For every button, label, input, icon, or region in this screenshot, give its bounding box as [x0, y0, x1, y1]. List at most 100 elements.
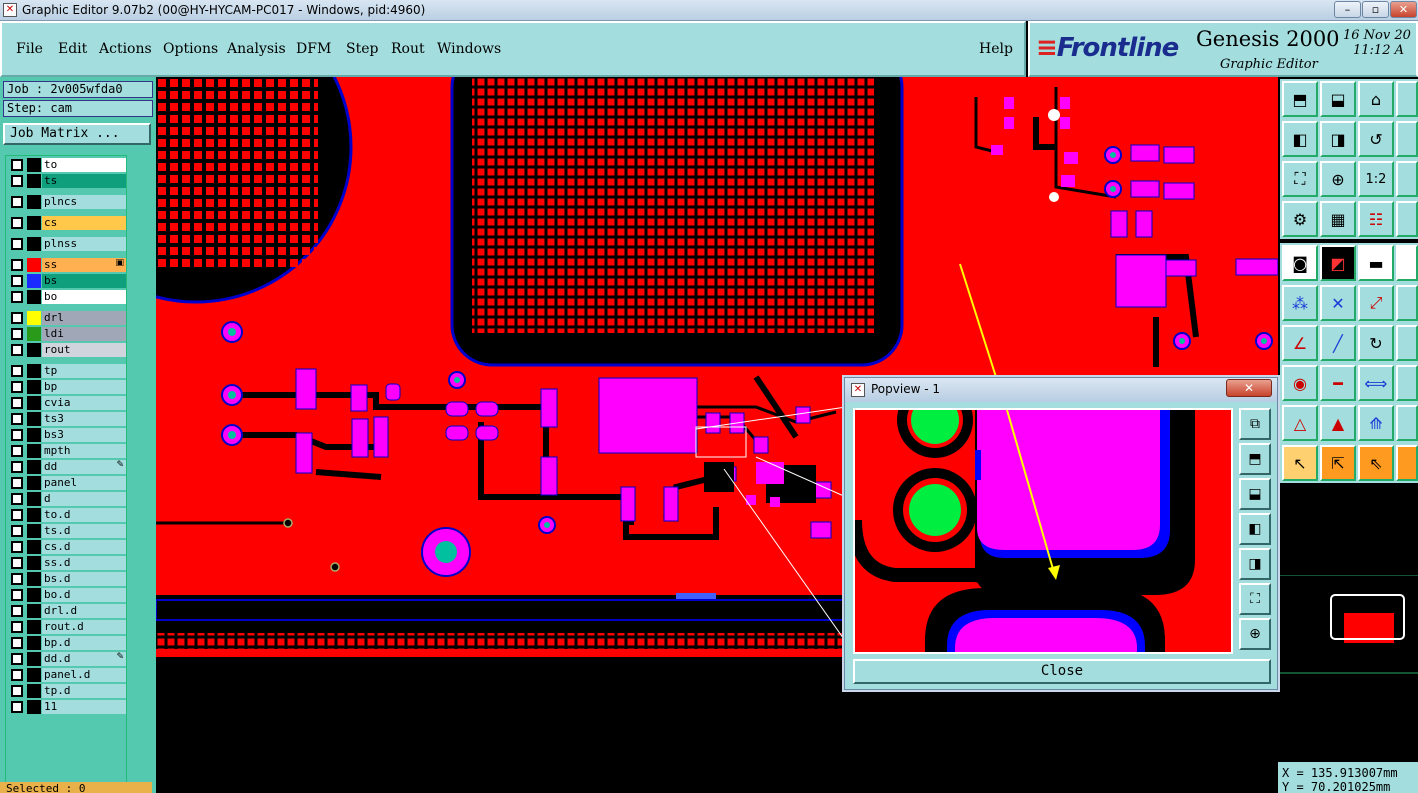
- layer-checkbox[interactable]: [11, 259, 23, 271]
- layer-checkbox[interactable]: [11, 701, 23, 713]
- layer-color-swatch[interactable]: [27, 290, 41, 304]
- layer-checkbox[interactable]: [11, 217, 23, 229]
- layer-name[interactable]: tp.d: [42, 684, 126, 698]
- layer-row-bp[interactable]: bp: [8, 380, 126, 394]
- popview-pan-down-button[interactable]: ⬓: [1239, 478, 1271, 510]
- layer-checkbox[interactable]: [11, 445, 23, 457]
- layer-row-ss-d[interactable]: ss.d: [8, 556, 126, 570]
- layer-name[interactable]: dd.d: [42, 652, 126, 666]
- layer-color-swatch[interactable]: [27, 343, 41, 357]
- layer-checkbox[interactable]: [11, 238, 23, 250]
- layer-checkbox[interactable]: [11, 328, 23, 340]
- layer-name[interactable]: bp: [42, 380, 126, 394]
- layer-checkbox[interactable]: [11, 344, 23, 356]
- layer-name[interactable]: bp.d: [42, 636, 126, 650]
- h-measure-button[interactable]: ⟺: [1358, 365, 1394, 401]
- layer-name[interactable]: to.d: [42, 508, 126, 522]
- layer-row-bs-d[interactable]: bs.d: [8, 572, 126, 586]
- popview-close-button[interactable]: Close: [853, 659, 1271, 684]
- layer-name[interactable]: panel.d: [42, 668, 126, 682]
- layer-name[interactable]: dd: [42, 460, 126, 474]
- layer-row-ldi[interactable]: ldi: [8, 327, 126, 341]
- layer-row-to[interactable]: to: [8, 158, 126, 172]
- layer-row-bo-d[interactable]: bo.d: [8, 588, 126, 602]
- layer-name[interactable]: drl: [42, 311, 126, 325]
- layer-row-to-d[interactable]: to.d: [8, 508, 126, 522]
- tool-button-partial-1[interactable]: [1396, 81, 1418, 117]
- layer-row-dd[interactable]: dd ✎: [8, 460, 126, 474]
- layer-color-swatch[interactable]: [27, 668, 41, 682]
- layer-checkbox[interactable]: [11, 557, 23, 569]
- layer-checkbox[interactable]: [11, 653, 23, 665]
- layer-checkbox[interactable]: [11, 685, 23, 697]
- layer-color-swatch[interactable]: [27, 460, 41, 474]
- layer-row-bp-d[interactable]: bp.d: [8, 636, 126, 650]
- line-button[interactable]: ╱: [1320, 325, 1356, 361]
- close-button[interactable]: ✕: [1390, 1, 1417, 18]
- fit-all-button[interactable]: ⛶: [1282, 161, 1318, 197]
- net-button[interactable]: ⁂: [1282, 285, 1318, 321]
- layer-row-bo[interactable]: bo: [8, 290, 126, 304]
- tool-button-partial-8[interactable]: [1396, 365, 1418, 401]
- menu-windows[interactable]: Windows: [437, 41, 501, 57]
- tool-button-partial-9[interactable]: [1396, 405, 1418, 441]
- popview-pan-right-button[interactable]: ◨: [1239, 548, 1271, 580]
- grid-button[interactable]: ▦: [1320, 201, 1356, 237]
- fit-profile-button[interactable]: ⊕: [1320, 161, 1356, 197]
- layer-color-swatch[interactable]: [27, 636, 41, 650]
- connect-button[interactable]: ⤢: [1358, 285, 1394, 321]
- popview-pan-up-button[interactable]: ⬒: [1239, 443, 1271, 475]
- layer-color-swatch[interactable]: [27, 684, 41, 698]
- menu-actions[interactable]: Actions: [99, 41, 152, 57]
- layer-name[interactable]: rout: [42, 343, 126, 357]
- cross-button[interactable]: ✕: [1320, 285, 1356, 321]
- layer-checkbox[interactable]: [11, 637, 23, 649]
- layer-checkbox[interactable]: [11, 381, 23, 393]
- layer-row-ss[interactable]: ss ▣: [8, 258, 126, 272]
- layer-color-swatch[interactable]: [27, 620, 41, 634]
- menu-step[interactable]: Step: [346, 41, 378, 57]
- layer-row-cs-d[interactable]: cs.d: [8, 540, 126, 554]
- layer-name[interactable]: plncs: [42, 195, 126, 209]
- tool-button-partial-6[interactable]: [1396, 285, 1418, 321]
- layer-color-swatch[interactable]: [27, 216, 41, 230]
- layer-color-swatch[interactable]: [27, 396, 41, 410]
- layer-name[interactable]: 11: [42, 700, 126, 714]
- pan-left-button[interactable]: ◧: [1282, 121, 1318, 157]
- triangle-a-button[interactable]: △: [1282, 405, 1318, 441]
- popview-close-x-button[interactable]: ✕: [1226, 379, 1272, 397]
- layer-name[interactable]: ts.d: [42, 524, 126, 538]
- layer-checkbox[interactable]: [11, 589, 23, 601]
- layer-row-d[interactable]: d: [8, 492, 126, 506]
- layer-row-tp[interactable]: tp: [8, 364, 126, 378]
- layer-checkbox[interactable]: [11, 291, 23, 303]
- h-line-button[interactable]: ━: [1320, 365, 1356, 401]
- layer-row-mpth[interactable]: mpth: [8, 444, 126, 458]
- layer-color-swatch[interactable]: [27, 327, 41, 341]
- layer-color-swatch[interactable]: [27, 174, 41, 188]
- popview-zoom-window-button[interactable]: ⧉: [1239, 408, 1271, 440]
- layer-row-drl-d[interactable]: drl.d: [8, 604, 126, 618]
- layer-name[interactable]: panel: [42, 476, 126, 490]
- layer-checkbox[interactable]: [11, 275, 23, 287]
- popview-fit-button[interactable]: ⛶: [1239, 583, 1271, 615]
- pointer-button[interactable]: ↖: [1282, 445, 1318, 481]
- job-matrix-button[interactable]: Job Matrix ...: [3, 123, 151, 145]
- layer-checkbox[interactable]: [11, 429, 23, 441]
- layer-name[interactable]: bs: [42, 274, 126, 288]
- popview-zoom-image[interactable]: [853, 408, 1233, 654]
- layer-checkbox[interactable]: [11, 365, 23, 377]
- menu-file[interactable]: File: [16, 41, 43, 57]
- maximize-button[interactable]: ▫: [1362, 1, 1389, 18]
- layer-color-swatch[interactable]: [27, 588, 41, 602]
- layer-color-swatch[interactable]: [27, 604, 41, 618]
- layer-checkbox[interactable]: [11, 461, 23, 473]
- layer-row-ts-d[interactable]: ts.d: [8, 524, 126, 538]
- layer-color-swatch[interactable]: [27, 364, 41, 378]
- layer-color-swatch[interactable]: [27, 195, 41, 209]
- layer-checkbox[interactable]: [11, 477, 23, 489]
- layer-row-plncs[interactable]: plncs: [8, 195, 126, 209]
- popview-zoom-button[interactable]: ⊕: [1239, 618, 1271, 650]
- layer-color-swatch[interactable]: [27, 380, 41, 394]
- house-button[interactable]: ⌂: [1358, 81, 1394, 117]
